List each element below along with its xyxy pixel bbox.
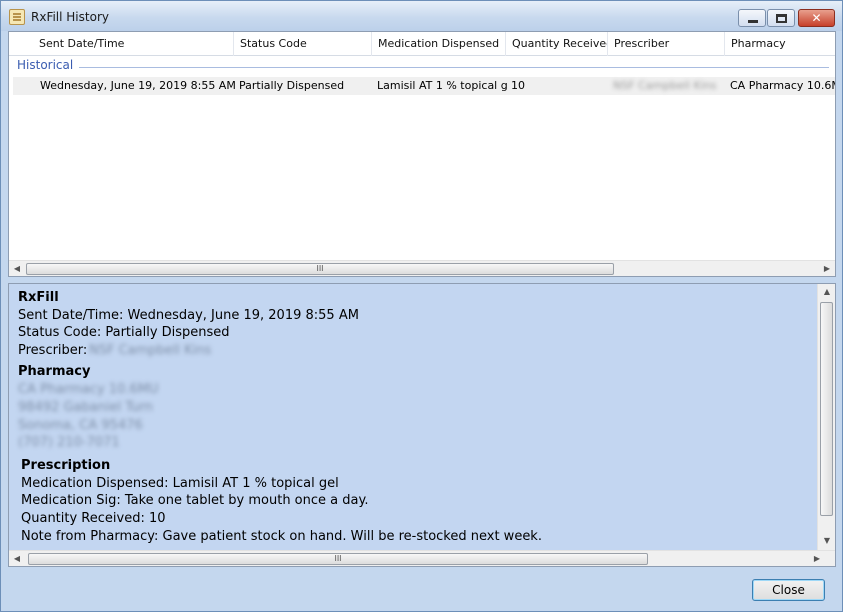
status-line: Status Code: Partially Dispensed [18,325,230,340]
group-label-historical[interactable]: Historical [17,58,73,72]
prescriber-value: NSF Campbell Kins [89,343,212,358]
close-window-button[interactable]: ✕ [798,9,835,27]
rxfill-detail-panel: RxFill Sent Date/Time: Wednesday, June 1… [8,283,836,567]
rxfill-history-grid: Sent Date/Time Status Code Medication Di… [8,31,836,277]
cell-prescriber: NSF Campbell Kins [613,79,717,92]
maximize-icon [776,14,787,23]
close-button[interactable]: Close [752,579,825,601]
pharmacy-line: (707) 210-7071 [18,435,120,450]
column-header-pharmacy[interactable]: Pharmacy [724,32,835,56]
close-icon: ✕ [811,11,822,25]
pharmacy-line: CA Pharmacy 10.6MU [18,382,159,397]
prescription-section-title: Prescription [21,458,111,473]
quantity-line: Quantity Received: 10 [21,511,166,526]
scroll-right-arrow-icon[interactable]: ▶ [819,261,835,276]
cell-status: Partially Dispensed [239,79,345,92]
rxfill-history-window: RxFill History ✕ Sent Date/Time Status C… [0,0,843,612]
column-header-prescriber[interactable]: Prescriber [607,32,724,56]
group-divider [79,67,829,68]
rxfill-section-title: RxFill [18,290,59,305]
table-row[interactable]: Wednesday, June 19, 2019 8:55 AM Partial… [13,77,835,95]
scrollbar-thumb[interactable]: III [28,553,648,565]
cell-medication: Lamisil AT 1 % topical gel [377,79,507,92]
scroll-down-arrow-icon[interactable]: ▼ [819,533,835,549]
maximize-button[interactable] [767,9,795,27]
minimize-button[interactable] [738,9,766,27]
document-list-icon [9,9,25,25]
pharmacy-note-line: Note from Pharmacy: Gave patient stock o… [21,529,542,544]
scroll-left-arrow-icon[interactable]: ◀ [9,261,25,276]
scrollbar-thumb[interactable]: III [26,263,614,275]
scroll-left-arrow-icon[interactable]: ◀ [9,551,25,566]
column-header-medication[interactable]: Medication Dispensed [371,32,505,56]
detail-horizontal-scrollbar[interactable]: ◀ III ▶ [9,550,835,566]
column-header-quantity[interactable]: Quantity Received [505,32,607,56]
detail-content: RxFill Sent Date/Time: Wednesday, June 1… [9,284,817,550]
minimize-icon [748,20,758,23]
pharmacy-section-title: Pharmacy [18,364,91,379]
scroll-right-arrow-icon[interactable]: ▶ [809,551,825,566]
detail-vertical-scrollbar[interactable]: ▲ ▼ [817,284,835,550]
cell-sent: Wednesday, June 19, 2019 8:55 AM [40,79,236,92]
pharmacy-line: Sonoma, CA 95476 [18,418,143,433]
column-header-sent[interactable]: Sent Date/Time [33,32,233,56]
scrollbar-thumb[interactable] [820,302,833,516]
sig-line: Medication Sig: Take one tablet by mouth… [21,493,369,508]
grid-header: Sent Date/Time Status Code Medication Di… [9,32,835,56]
medication-line: Medication Dispensed: Lamisil AT 1 % top… [21,476,339,491]
title-bar[interactable]: RxFill History ✕ [1,1,842,31]
cell-quantity: 10 [511,79,525,92]
cell-pharmacy: CA Pharmacy 10.6MU [730,79,835,92]
prescriber-label: Prescriber: [18,343,88,358]
column-header-status[interactable]: Status Code [233,32,371,56]
sent-line: Sent Date/Time: Wednesday, June 19, 2019… [18,308,359,323]
window-title: RxFill History [31,10,109,24]
grid-horizontal-scrollbar[interactable]: ◀ III ▶ [9,260,835,276]
scroll-up-arrow-icon[interactable]: ▲ [819,284,835,300]
pharmacy-line: 98492 Gabaniel Turn [18,400,153,415]
